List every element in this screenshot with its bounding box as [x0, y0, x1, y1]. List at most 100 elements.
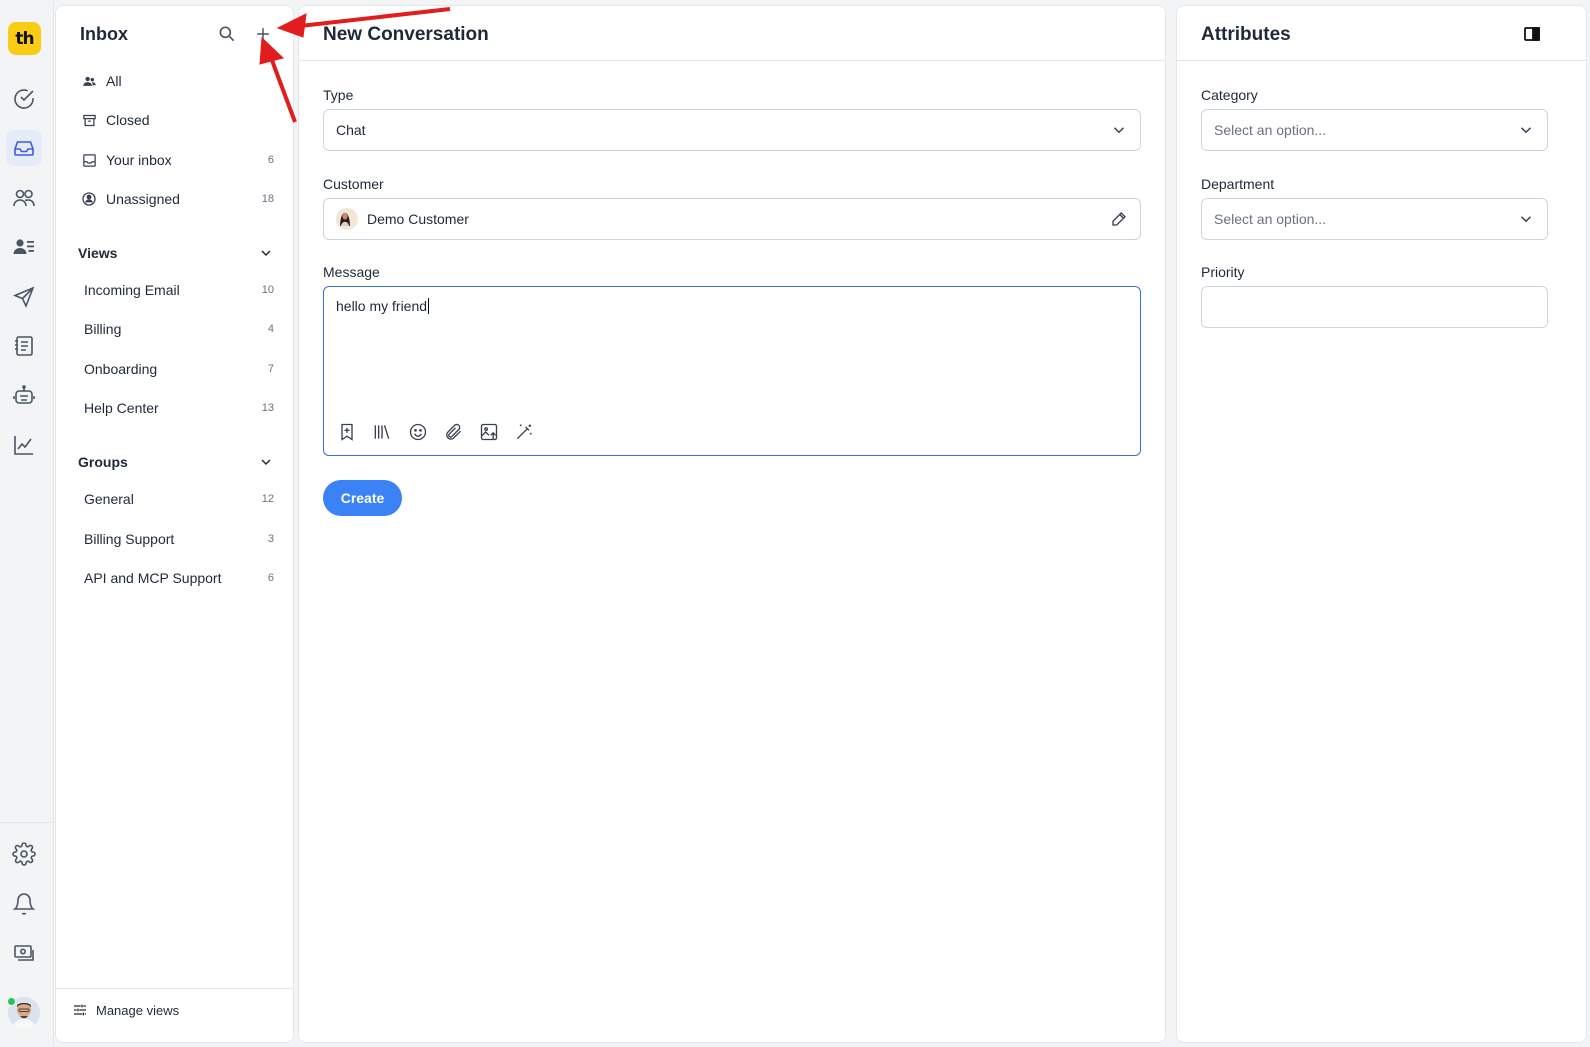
department-select[interactable]: Select an option...	[1201, 198, 1548, 240]
unassigned-icon	[80, 190, 98, 208]
magic-wand-icon[interactable]	[513, 421, 535, 443]
chevron-down-icon	[261, 250, 271, 257]
view-item-label: Incoming Email	[84, 282, 180, 298]
category-placeholder: Select an option...	[1214, 122, 1327, 138]
rail-divider	[0, 822, 54, 823]
view-item-label: Onboarding	[84, 361, 158, 377]
views-section-header[interactable]: Views	[78, 242, 274, 264]
views-section-title: Views	[78, 245, 118, 261]
message-content: hello my friend	[336, 298, 428, 314]
customer-name: Demo Customer	[367, 211, 469, 227]
manage-views-button[interactable]: Manage views	[72, 1002, 179, 1018]
header-divider	[299, 60, 1165, 61]
type-value: Chat	[336, 122, 366, 138]
group-item-label: API and MCP Support	[84, 570, 222, 586]
image-upload-icon[interactable]	[478, 421, 500, 443]
group-item-count: 3	[267, 533, 274, 545]
view-item-count: 10	[261, 284, 274, 296]
reports-icon[interactable]	[6, 427, 42, 463]
view-item[interactable]: Incoming Email 10	[70, 273, 280, 307]
app-logo[interactable]: th	[8, 22, 41, 55]
priority-label: Priority	[1201, 264, 1245, 280]
category-label: Category	[1201, 87, 1258, 103]
customer-avatar	[336, 208, 358, 230]
group-item-label: General	[84, 491, 134, 507]
manage-views-label: Manage views	[96, 1002, 180, 1018]
customer-label: Customer	[323, 176, 384, 192]
inbox-item-label: Your inbox	[106, 152, 172, 168]
emoji-icon[interactable]	[407, 421, 429, 443]
people-icon	[80, 72, 98, 90]
view-item[interactable]: Billing 4	[70, 312, 280, 346]
view-item-count: 4	[267, 323, 274, 335]
new-conversation-panel: New Conversation Type Chat Customer Demo…	[298, 5, 1166, 1043]
saved-reply-icon[interactable]	[336, 421, 358, 443]
view-item-count: 7	[267, 363, 274, 375]
inbox-item-closed[interactable]: Closed	[70, 103, 280, 137]
type-select[interactable]: Chat	[323, 109, 1141, 151]
view-item-label: Help Center	[84, 400, 159, 416]
settings-icon[interactable]	[6, 836, 42, 872]
panel-toggle-icon[interactable]	[1524, 27, 1540, 41]
page-title: New Conversation	[323, 24, 489, 45]
department-label: Department	[1201, 176, 1275, 192]
attributes-panel: Attributes Category Select an option... …	[1176, 5, 1587, 1043]
inbox-item-count: 6	[267, 154, 274, 166]
inbox-icon[interactable]	[6, 130, 42, 166]
inbox-item-count: 18	[261, 193, 274, 205]
chevron-down-icon	[1520, 127, 1532, 134]
new-conversation-plus-icon[interactable]	[252, 24, 274, 46]
create-button[interactable]: Create	[323, 480, 402, 516]
presence-indicator	[7, 997, 16, 1006]
inbox-item-your-inbox[interactable]: Your inbox 6	[70, 143, 280, 177]
message-text[interactable]: hello my friend	[336, 298, 430, 314]
group-item[interactable]: API and MCP Support 6	[70, 561, 280, 595]
bot-icon[interactable]	[6, 378, 42, 414]
view-item-count: 13	[261, 402, 274, 414]
attributes-title: Attributes	[1201, 24, 1291, 45]
inbox-item-label: Unassigned	[106, 191, 180, 207]
type-label: Type	[323, 87, 354, 103]
logo-text: th	[15, 28, 34, 49]
billing-icon[interactable]	[6, 935, 42, 971]
view-item-label: Billing	[84, 321, 122, 337]
category-select[interactable]: Select an option...	[1201, 109, 1548, 151]
groups-section-header[interactable]: Groups	[78, 451, 274, 473]
chevron-down-icon	[1520, 216, 1532, 223]
chevron-down-icon	[1113, 127, 1125, 134]
users-icon[interactable]	[6, 180, 42, 216]
customer-field[interactable]: Demo Customer	[323, 198, 1141, 240]
inbox-footer-divider	[56, 988, 293, 989]
group-item[interactable]: Billing Support 3	[70, 522, 280, 556]
tray-icon	[80, 151, 98, 169]
message-label: Message	[323, 264, 380, 280]
sliders-icon	[74, 1004, 86, 1016]
paperclip-icon[interactable]	[442, 421, 464, 443]
check-circle-icon[interactable]	[6, 81, 42, 117]
contacts-icon[interactable]	[6, 229, 42, 265]
priority-field[interactable]	[1201, 286, 1548, 328]
inbox-item-all[interactable]: All	[70, 64, 280, 98]
chevron-down-icon	[261, 459, 271, 466]
group-item-label: Billing Support	[84, 531, 175, 547]
group-item[interactable]: General 12	[70, 482, 280, 516]
send-icon[interactable]	[6, 279, 42, 315]
library-icon[interactable]	[371, 421, 393, 443]
view-item[interactable]: Onboarding 7	[70, 352, 280, 386]
pencil-icon[interactable]	[1110, 210, 1128, 228]
archive-icon	[80, 111, 98, 129]
view-item[interactable]: Help Center 13	[70, 391, 280, 425]
inbox-panel: Inbox All Closed Your inbox 6 Unassigned…	[55, 5, 294, 1043]
groups-section-title: Groups	[78, 454, 128, 470]
group-item-count: 12	[261, 493, 274, 505]
search-icon[interactable]	[217, 24, 239, 46]
message-editor[interactable]: hello my friend	[323, 286, 1141, 456]
inbox-title: Inbox	[80, 24, 128, 44]
inbox-item-unassigned[interactable]: Unassigned 18	[70, 182, 280, 216]
inbox-item-label: Closed	[106, 112, 150, 128]
app-rail: th	[0, 0, 54, 1047]
bell-icon[interactable]	[6, 886, 42, 922]
text-caret	[428, 298, 430, 314]
knowledge-base-icon[interactable]	[6, 328, 42, 364]
attributes-header-divider	[1177, 60, 1586, 61]
